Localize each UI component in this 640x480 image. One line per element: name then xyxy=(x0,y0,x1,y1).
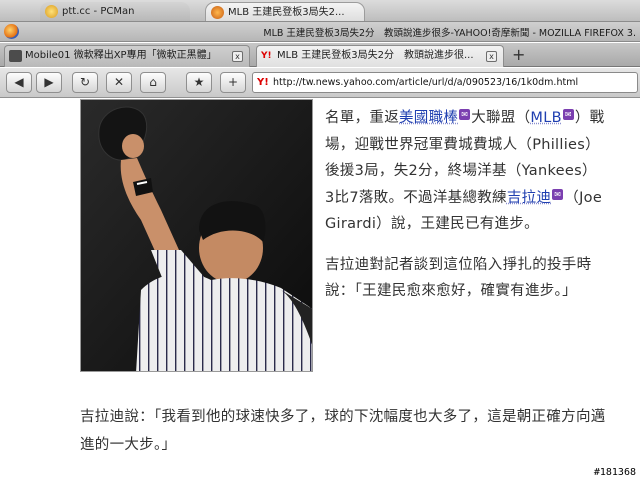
os-tab-label: MLB 王建民登板3局失2... xyxy=(228,7,345,18)
new-tab-button[interactable]: + xyxy=(512,47,525,63)
page-content: 名單，重返美國職棒 ✉ 大聯盟（MLB ✉ ）戰場，迎戰世界冠軍費城費城人（Philli… xyxy=(0,99,640,480)
pcman-icon xyxy=(45,5,58,18)
link-mlb[interactable]: MLB xyxy=(530,110,561,126)
mail-badge-icon[interactable]: ✉ xyxy=(459,109,471,120)
close-tab-icon[interactable]: x xyxy=(232,51,243,62)
os-tab-label: ptt.cc - PCMan xyxy=(62,6,135,17)
firefox-logo-icon xyxy=(4,24,19,39)
link-girardi[interactable]: 吉拉迪 xyxy=(507,190,551,206)
window-title: MLB 王建民登板3局失2分 教頭說進步很多-YAHOO!奇摩新聞 - MOZI… xyxy=(263,28,636,39)
close-tab-icon[interactable]: x xyxy=(486,51,497,62)
browser-tab-strip: Mobile01 微軟釋出XP專用「微軟正黑體」 x Y! MLB 王建民登板3… xyxy=(0,43,640,67)
add-bookmark-button[interactable]: + xyxy=(220,72,246,93)
os-tab-bar: ptt.cc - PCMan MLB 王建民登板3局失2... xyxy=(0,0,640,22)
mail-badge-icon[interactable]: ✉ xyxy=(562,109,574,120)
stop-button[interactable]: ✕ xyxy=(106,72,132,93)
article-photo xyxy=(80,99,313,372)
url-text[interactable]: http://tw.news.yahoo.com/article/url/d/a… xyxy=(273,77,578,88)
mobile01-favicon-icon xyxy=(9,50,22,62)
browser-tab-label: Mobile01 微軟釋出XP專用「微軟正黑體」 xyxy=(25,50,217,61)
os-tab-firefox[interactable]: MLB 王建民登板3局失2... xyxy=(205,2,365,21)
pitcher-photo-illustration xyxy=(81,100,312,371)
bookmark-button[interactable]: ★ xyxy=(186,72,212,93)
back-button[interactable]: ◀ xyxy=(6,72,32,93)
article-paragraph-3: 吉拉迪說：「我看到他的球速快多了，球的下沈幅度也大多了，這是朝正確方向邁進的一大… xyxy=(80,409,606,453)
browser-tab-label: MLB 王建民登板3局失2分 教頭說進步很... xyxy=(277,50,474,61)
navigation-toolbar: ◀ ▶ ↻ ✕ ⌂ ★ + Y! http://tw.news.yahoo.co… xyxy=(0,68,640,98)
browser-tab-yahoo[interactable]: Y! MLB 王建民登板3局失2分 教頭說進步很... x xyxy=(256,45,504,67)
reload-button[interactable]: ↻ xyxy=(72,72,98,93)
paragraph-text: 名單，重返 xyxy=(325,110,399,126)
article-paragraph-2: 吉拉迪對記者談到這位陷入掙扎的投手時說：「王建民愈來愈好，確實有進步。」 xyxy=(325,256,592,300)
url-bar[interactable]: Y! http://tw.news.yahoo.com/article/url/… xyxy=(252,72,638,93)
article-paragraph-1: 名單，重返美國職棒 ✉ 大聯盟（MLB ✉ ）戰場，迎戰世界冠軍費城費城人（Philli… xyxy=(325,105,605,238)
article-column: 名單，重返美國職棒 ✉ 大聯盟（MLB ✉ ）戰場，迎戰世界冠軍費城費城人（Philli… xyxy=(325,105,605,319)
window-titlebar: MLB 王建民登板3局失2分 教頭說進步很多-YAHOO!奇摩新聞 - MOZI… xyxy=(0,22,640,42)
browser-tab-mobile01[interactable]: Mobile01 微軟釋出XP專用「微軟正黑體」 x xyxy=(4,45,250,67)
paragraph-text: 大聯盟（ xyxy=(471,110,531,126)
os-tab-pcman[interactable]: ptt.cc - PCMan xyxy=(40,2,190,21)
yahoo-favicon-icon: Y! xyxy=(257,77,269,88)
forward-button[interactable]: ▶ xyxy=(36,72,62,93)
yahoo-favicon-icon: Y! xyxy=(261,51,272,61)
mail-badge-icon[interactable]: ✉ xyxy=(552,188,564,200)
image-id-label: #181368 xyxy=(593,467,636,478)
link-mlb-league[interactable]: 美國職棒 xyxy=(399,110,458,126)
home-button[interactable]: ⌂ xyxy=(140,72,166,93)
firefox-icon xyxy=(211,6,224,19)
